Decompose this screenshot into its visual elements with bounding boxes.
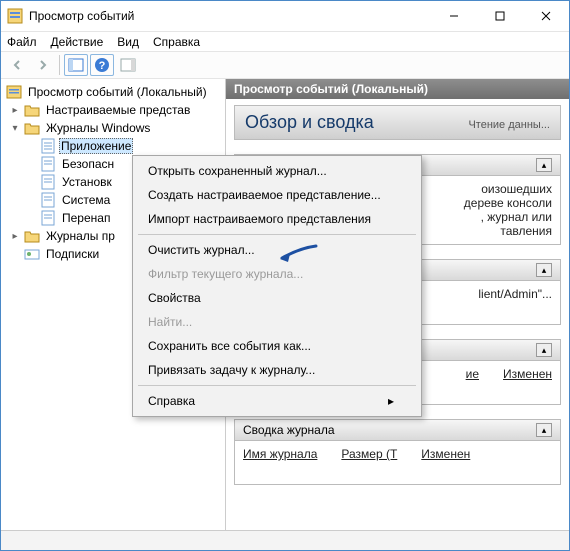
ctx-save-all-events[interactable]: Сохранить все события как... <box>136 334 418 358</box>
preview-pane-button[interactable] <box>116 54 140 76</box>
section-head[interactable]: Сводка журнала ▴ <box>234 419 561 441</box>
collapse-icon[interactable]: ▴ <box>536 343 552 357</box>
col-log-size[interactable]: Размер (Т <box>341 447 397 461</box>
collapse-icon[interactable]: ▴ <box>536 158 552 172</box>
tree-label: Подписки <box>43 246 102 262</box>
help-button[interactable]: ? <box>90 54 114 76</box>
folder-icon <box>24 228 40 244</box>
tree-root-label: Просмотр событий (Локальный) <box>25 84 210 100</box>
ctx-properties[interactable]: Свойства <box>136 286 418 310</box>
tree-application[interactable]: Приложение <box>3 137 223 155</box>
svg-text:?: ? <box>99 60 106 72</box>
col-log-changed[interactable]: Изменен <box>421 447 470 461</box>
statusbar <box>1 530 569 550</box>
tree-windows-logs[interactable]: ▾ Журналы Windows <box>3 119 223 137</box>
ctx-filter-current-log: Фильтр текущего журнала... <box>136 262 418 286</box>
tree-label: Система <box>59 192 113 208</box>
tree-custom-views[interactable]: ▸ Настраиваемые представ <box>3 101 223 119</box>
menubar: Файл Действие Вид Справка <box>1 31 569 51</box>
log-icon <box>40 210 56 226</box>
back-button[interactable] <box>5 54 29 76</box>
tree-label: Приложение <box>59 138 133 154</box>
tree-label: Установк <box>59 174 115 190</box>
context-menu: Открыть сохраненный журнал... Создать на… <box>132 155 422 417</box>
overview-sub-text: Чтение данны... <box>468 119 550 131</box>
details-header: Просмотр событий (Локальный) <box>226 79 569 99</box>
titlebar: Просмотр событий <box>1 1 569 31</box>
log-icon <box>40 156 56 172</box>
maximize-button[interactable] <box>477 1 523 31</box>
col-name[interactable]: ие <box>466 367 479 381</box>
collapse-icon[interactable]: ▴ <box>536 423 552 437</box>
tree-label: Безопасн <box>59 156 117 172</box>
expand-icon[interactable]: ▸ <box>9 105 21 116</box>
close-button[interactable] <box>523 1 569 31</box>
app-icon <box>7 8 23 24</box>
log-icon <box>40 192 56 208</box>
expand-icon[interactable]: ▸ <box>9 231 21 242</box>
forward-button[interactable] <box>31 54 55 76</box>
ctx-attach-task[interactable]: Привязать задачу к журналу... <box>136 358 418 382</box>
tree-label: Журналы Windows <box>43 120 153 136</box>
menu-file[interactable]: Файл <box>7 35 37 49</box>
overview-title: Обзор и сводка Чтение данны... <box>234 105 561 140</box>
folder-icon <box>24 102 40 118</box>
toolbar-separator <box>59 55 60 75</box>
menu-action[interactable]: Действие <box>51 35 104 49</box>
event-viewer-icon <box>6 84 22 100</box>
log-icon <box>40 174 56 190</box>
collapse-icon[interactable]: ▴ <box>536 263 552 277</box>
collapse-icon[interactable]: ▾ <box>9 123 21 134</box>
menu-help[interactable]: Справка <box>153 35 200 49</box>
ctx-create-custom-view[interactable]: Создать настраиваемое представление... <box>136 183 418 207</box>
col-log-name[interactable]: Имя журнала <box>243 447 317 461</box>
window-title: Просмотр событий <box>29 9 431 23</box>
ctx-clear-log[interactable]: Очистить журнал... <box>136 238 418 262</box>
show-hide-tree-button[interactable] <box>64 54 88 76</box>
section-title: Сводка журнала <box>243 423 335 437</box>
minimize-button[interactable] <box>431 1 477 31</box>
log-summary-section: Сводка журнала ▴ Имя журнала Размер (Т И… <box>234 419 561 485</box>
folder-icon <box>24 120 40 136</box>
tree-label: Перенап <box>59 210 113 226</box>
ctx-help[interactable]: Справка▸ <box>136 389 418 413</box>
ctx-open-saved-log[interactable]: Открыть сохраненный журнал... <box>136 159 418 183</box>
toolbar: ? <box>1 51 569 79</box>
tree-root[interactable]: Просмотр событий (Локальный) <box>3 83 223 101</box>
log-icon <box>40 138 56 154</box>
subscription-icon <box>24 246 40 262</box>
col-changed[interactable]: Изменен <box>503 367 552 381</box>
overview-title-text: Обзор и сводка <box>245 112 374 133</box>
ctx-find: Найти... <box>136 310 418 334</box>
menu-view[interactable]: Вид <box>117 35 139 49</box>
tree-label: Журналы пр <box>43 228 118 244</box>
log-summary-body: Имя журнала Размер (Т Изменен <box>234 441 561 485</box>
window-controls <box>431 1 569 31</box>
submenu-arrow-icon: ▸ <box>388 394 394 408</box>
tree-label: Настраиваемые представ <box>43 102 193 118</box>
ctx-import-custom-view[interactable]: Импорт настраиваемого представления <box>136 207 418 231</box>
